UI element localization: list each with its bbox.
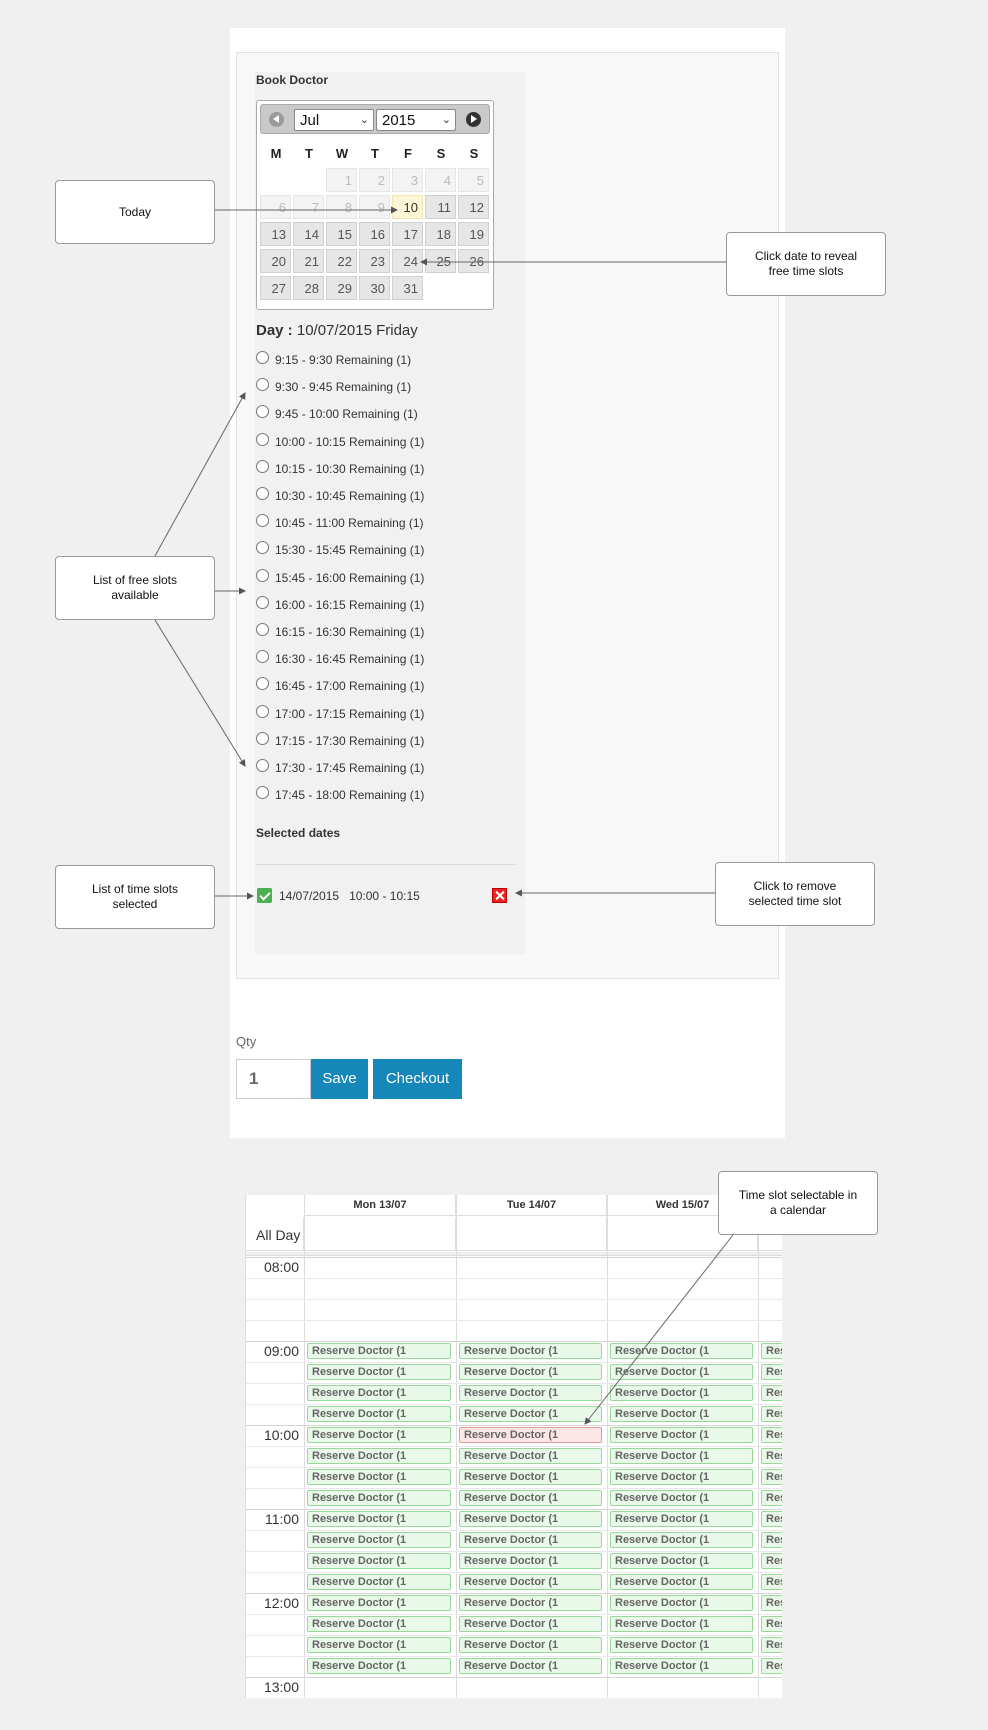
- arrow-free-slots-bottom: [154, 619, 246, 767]
- arrow-free-slots-top: [154, 392, 246, 557]
- arrow-calendar: [584, 1234, 734, 1425]
- annotation-arrows: [154, 206, 734, 1425]
